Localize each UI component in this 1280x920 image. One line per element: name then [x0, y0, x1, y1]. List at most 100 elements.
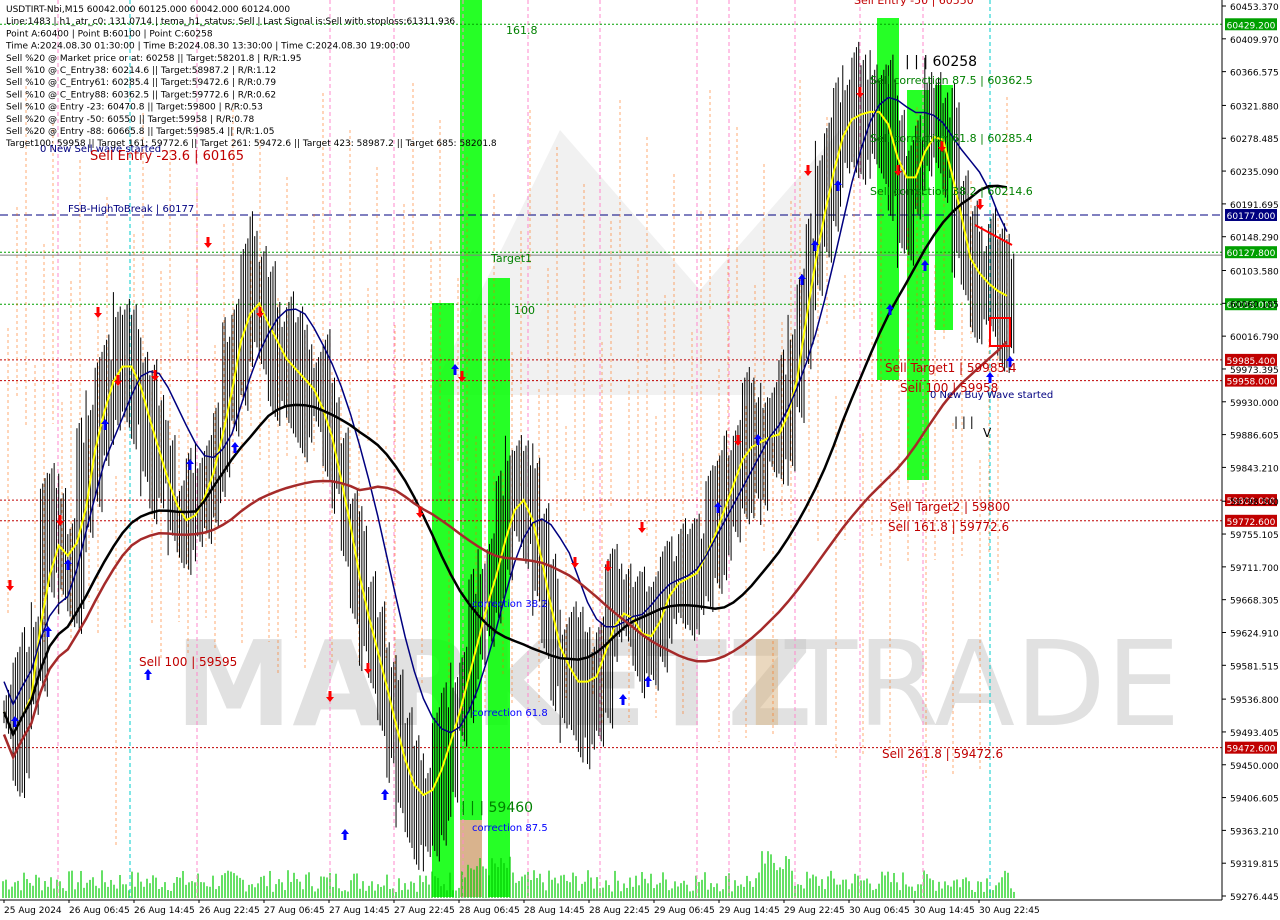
volume-bar	[1004, 870, 1006, 898]
volume-bar	[845, 879, 847, 898]
volume-bar	[623, 883, 625, 898]
time-tick-label: 30 Aug 14:45	[914, 906, 975, 916]
volume-bar	[353, 873, 355, 898]
volume-bar	[266, 886, 268, 898]
volume-bar	[464, 877, 466, 898]
volume-bar	[824, 889, 826, 898]
price-tick-label: 60191.695	[1230, 201, 1279, 211]
volume-bar	[734, 880, 736, 898]
volume-bar	[902, 872, 904, 898]
volume-bar	[854, 873, 856, 898]
volume-bar	[440, 886, 442, 898]
volume-bar	[380, 886, 382, 898]
volume-bar	[485, 868, 487, 898]
volume-bar	[689, 891, 691, 898]
volume-bar	[32, 885, 34, 898]
info-line: Sell %20 @ Market price or at: 60258 || …	[6, 54, 302, 64]
volume-bar	[815, 876, 817, 898]
volume-bar	[620, 891, 622, 898]
volume-bar	[5, 879, 7, 898]
price-tick-label: 59798.500	[1230, 498, 1279, 508]
volume-bar	[272, 891, 274, 898]
volume-bar	[656, 884, 658, 898]
volume-bar	[344, 890, 346, 898]
volume-bar	[170, 890, 172, 898]
info-line: Point A:60400 | Point B:60100 | Point C:…	[6, 29, 213, 39]
volume-bar	[812, 874, 814, 898]
volume-bar	[686, 884, 688, 898]
volume-bar	[704, 872, 706, 898]
volume-bar	[362, 881, 364, 898]
chart-annotation: FSB-HighToBreak | 60177	[68, 204, 194, 215]
volume-bar	[893, 872, 895, 898]
price-tick-label: 59406.605	[1230, 795, 1279, 805]
volume-bar	[959, 887, 961, 898]
volume-bar	[908, 886, 910, 898]
volume-bar	[800, 884, 802, 898]
volume-bar	[596, 877, 598, 898]
volume-bar	[422, 882, 424, 898]
time-tick-label: 28 Aug 22:45	[589, 906, 650, 916]
time-tick-label: 30 Aug 06:45	[849, 906, 910, 916]
volume-bar	[968, 881, 970, 898]
time-tick-label: 27 Aug 22:45	[394, 906, 455, 916]
volume-bar	[167, 890, 169, 898]
volume-bar	[410, 881, 412, 898]
volume-bar	[545, 890, 547, 898]
volume-bar	[134, 886, 136, 898]
price-level-tag-text: 60177.000	[1227, 212, 1276, 222]
volume-bar	[92, 877, 94, 898]
volume-bar	[434, 876, 436, 898]
volume-bar	[995, 885, 997, 898]
time-tick-label: 28 Aug 14:45	[524, 906, 585, 916]
info-line: Sell %10 @ C_Entry88: 60362.5 || Target:…	[6, 90, 276, 100]
price-level-tag-text: 59958.000	[1227, 378, 1276, 388]
volume-bar	[209, 886, 211, 898]
volume-bar	[482, 866, 484, 898]
volume-bar	[938, 881, 940, 898]
volume-bar	[494, 863, 496, 898]
volume-bar	[869, 883, 871, 898]
volume-bar	[86, 882, 88, 898]
volume-bar	[458, 887, 460, 898]
volume-bar	[230, 871, 232, 898]
volume-bar	[137, 872, 139, 898]
volume-bar	[143, 886, 145, 898]
price-tick-label: 59319.815	[1230, 860, 1279, 870]
chart-annotation: Sell Target2 | 59800	[890, 500, 1010, 514]
volume-bar	[827, 876, 829, 898]
volume-bar	[770, 854, 772, 898]
price-tick-label: 59886.605	[1230, 432, 1279, 442]
volume-bar	[521, 876, 523, 898]
volume-bar	[428, 884, 430, 898]
price-chart-svg[interactable]: MARKETZITRADE 0 New Sell wave startedSel…	[0, 0, 1280, 920]
volume-bar	[308, 872, 310, 898]
time-tick-label: 27 Aug 06:45	[264, 906, 325, 916]
volume-bar	[332, 886, 334, 898]
price-tick-label: 59843.210	[1230, 464, 1279, 474]
time-tick-label: 25 Aug 2024	[4, 906, 62, 916]
price-tick-label: 60278.485	[1230, 135, 1279, 145]
volume-bar	[395, 891, 397, 898]
volume-bar	[779, 867, 781, 898]
watermark-text-i: I	[745, 615, 789, 753]
volume-bar	[290, 881, 292, 898]
chart-annotation: correction 87.5	[472, 823, 548, 834]
volume-bar	[116, 888, 118, 898]
volume-bar	[692, 890, 694, 898]
volume-bar	[377, 884, 379, 898]
info-line: Sell %20 @ Entry -88: 60665.8 || Target:…	[6, 127, 274, 137]
volume-bar	[104, 882, 106, 898]
volume-bar	[638, 885, 640, 898]
volume-bar	[659, 882, 661, 898]
info-line: Target100: 59958 || Target 161: 59772.6 …	[5, 139, 497, 149]
volume-bar	[467, 864, 469, 898]
chart-annotation: Sell correction 87.5 | 60362.5	[870, 74, 1033, 87]
volume-bar	[515, 882, 517, 898]
volume-bar	[899, 890, 901, 898]
volume-bar	[785, 856, 787, 898]
volume-bar	[965, 877, 967, 898]
volume-bar	[1013, 891, 1015, 898]
volume-bar	[641, 872, 643, 898]
volume-bar	[737, 885, 739, 898]
